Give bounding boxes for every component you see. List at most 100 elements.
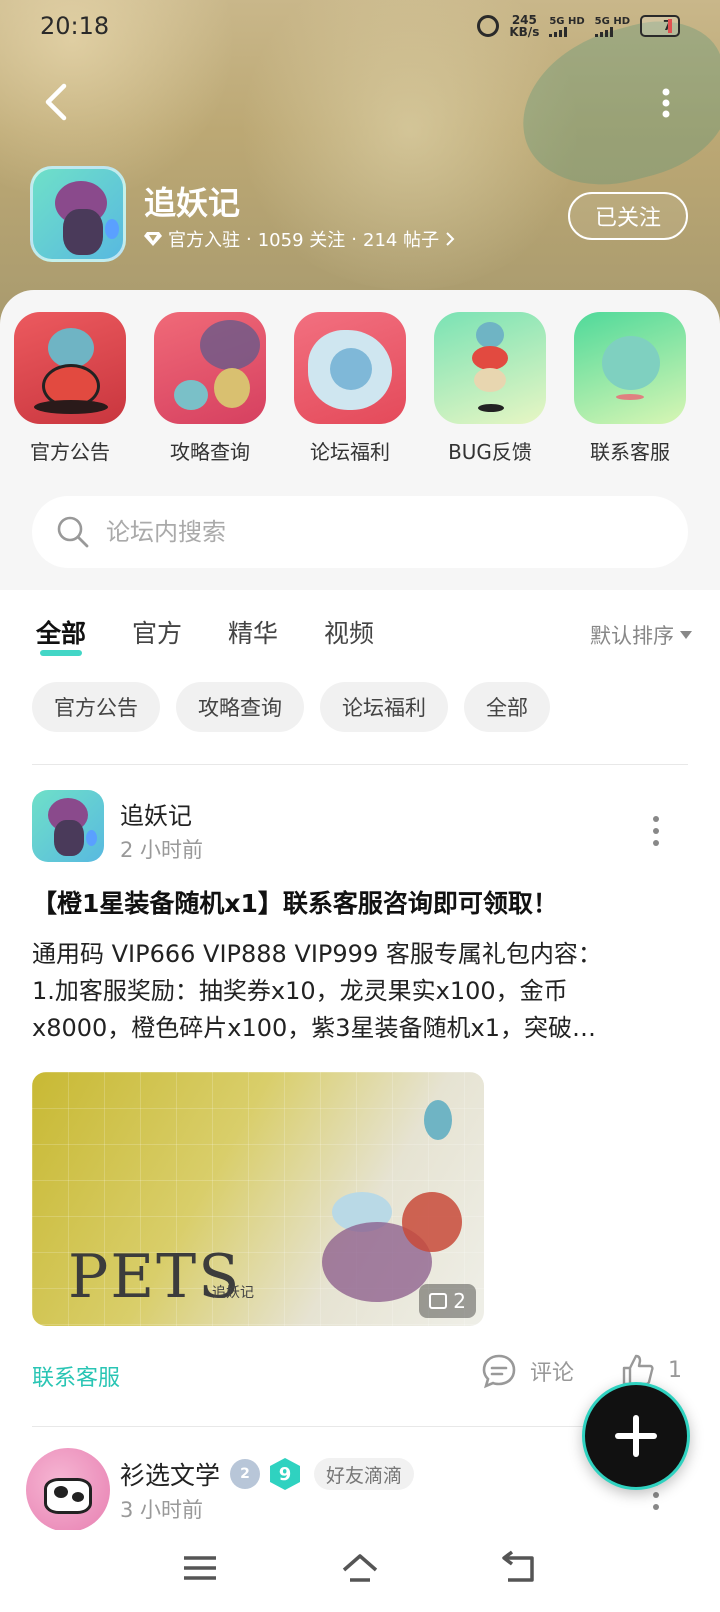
creature-art [48, 328, 94, 368]
status-bar: 20:18 245 KB/s 5G HD 5G HD 7 [0, 0, 720, 56]
sim1-label: 5G HD [549, 15, 585, 27]
gallery-icon [429, 1293, 448, 1309]
announcement-icon [14, 312, 126, 424]
more-vertical-icon[interactable] [656, 86, 676, 120]
more-vertical-icon[interactable] [652, 814, 660, 848]
tab-featured[interactable]: 精华 [228, 614, 278, 650]
alarm-icon [477, 15, 500, 37]
post-body-line: 通用码 VIP666 VIP888 VIP999 客服专属礼包内容： [32, 940, 602, 968]
creature-art [72, 1492, 84, 1502]
meta-separator: · [246, 228, 252, 250]
creature-art [602, 336, 660, 390]
post-body-line: x8000，橙色碎片x100，紫3星装备随机x1，突破… [32, 1014, 597, 1042]
guide-icon [154, 312, 266, 424]
avatar[interactable] [32, 790, 104, 862]
friend-tag: 好友滴滴 [314, 1458, 415, 1490]
hex-badge: 9 [270, 1458, 301, 1490]
post-author[interactable]: 衫选文学 [120, 1456, 220, 1492]
tab-video[interactable]: 视频 [324, 614, 374, 650]
creature-art [44, 1478, 92, 1514]
verified-label: 官方入驻 [168, 230, 240, 251]
avatar[interactable] [26, 1448, 110, 1532]
creature-art [86, 830, 97, 846]
post-image[interactable]: PETS 追妖记 2 [32, 1072, 484, 1326]
sim2-label: 5G HD [594, 15, 630, 27]
creature-art [54, 820, 84, 856]
shortcut-customer-service[interactable]: 联系客服 [560, 312, 700, 465]
system-nav-bar [0, 1530, 720, 1612]
search-bar[interactable] [32, 496, 688, 568]
bug-report-icon [434, 312, 546, 424]
customer-service-icon [574, 312, 686, 424]
post-time: 3 小时前 [120, 1498, 204, 1522]
tab-all[interactable]: 全部 [36, 614, 86, 656]
sort-label: 默认排序 [590, 624, 674, 648]
creature-art [472, 346, 508, 370]
image-count-badge: 2 [419, 1284, 476, 1318]
dropdown-triangle-icon [680, 631, 692, 639]
status-time: 20:18 [40, 12, 110, 40]
net-speed-unit: KB/s [509, 25, 540, 39]
home-icon[interactable] [340, 1550, 380, 1586]
post-time: 2 小时前 [120, 838, 204, 862]
signal-icon: 5G HD [549, 15, 585, 37]
shortcut-label: 官方公告 [30, 440, 110, 464]
welfare-icon [294, 312, 406, 424]
chip-welfare[interactable]: 论坛福利 [320, 682, 448, 732]
shortcut-welfare[interactable]: 论坛福利 [280, 312, 420, 465]
menu-icon[interactable] [180, 1550, 220, 1586]
chip-announcements[interactable]: 官方公告 [32, 682, 160, 732]
posts-count: 214 帖子 [363, 230, 440, 251]
creature-art [105, 219, 119, 239]
back-arrow-icon[interactable] [36, 80, 80, 124]
post-body[interactable]: 通用码 VIP666 VIP888 VIP999 客服专属礼包内容： 1.加客服… [32, 936, 692, 1047]
comment-button[interactable]: 评论 [480, 1352, 574, 1390]
shortcut-announcements[interactable]: 官方公告 [0, 312, 140, 465]
shortcut-guides[interactable]: 攻略查询 [140, 312, 280, 465]
search-input[interactable] [106, 518, 666, 546]
creature-art [200, 320, 260, 370]
post-author[interactable]: 追妖记 [120, 796, 192, 831]
creature-art [616, 394, 644, 400]
shortcut-label: BUG反馈 [448, 440, 532, 464]
creature-art [34, 400, 108, 414]
battery-icon: 7 [640, 15, 680, 37]
tab-official[interactable]: 官方 [132, 614, 182, 650]
creature-art [63, 209, 103, 255]
divider [32, 764, 688, 765]
verified-diamond-icon [144, 232, 162, 246]
game-title: 追妖记 [144, 184, 241, 222]
comment-label: 评论 [530, 1361, 575, 1386]
creature-art [476, 322, 504, 348]
search-icon [57, 516, 89, 548]
creature-art [402, 1192, 462, 1252]
sort-dropdown[interactable]: 默认排序 [590, 620, 692, 650]
post-body-line: 1.加客服奖励：抽奖券x10，龙灵果实x100，金币 [32, 977, 568, 1005]
creature-art [174, 380, 208, 410]
shortcut-label: 攻略查询 [170, 440, 250, 464]
game-logo[interactable] [30, 166, 126, 262]
image-count: 2 [453, 1289, 466, 1313]
followers-count: 1059 关注 [257, 230, 346, 251]
creature-art [474, 368, 506, 392]
level-badge: 2 [230, 1459, 261, 1489]
chip-guides[interactable]: 攻略查询 [176, 682, 304, 732]
follow-button[interactable]: 已关注 [568, 192, 688, 240]
chip-all[interactable]: 全部 [464, 682, 550, 732]
creature-art [478, 404, 504, 412]
creature-art [330, 348, 372, 390]
creature-art [424, 1100, 452, 1140]
create-post-button[interactable] [582, 1382, 690, 1490]
creature-art [54, 1486, 68, 1498]
plus-icon [615, 1415, 657, 1457]
post-tag[interactable]: 联系客服 [32, 1360, 120, 1392]
back-icon[interactable] [500, 1550, 540, 1586]
post-title[interactable]: 【橙1星装备随机x1】联系客服咨询即可领取！ [32, 884, 558, 920]
network-speed: 245 KB/s [509, 14, 539, 38]
game-meta[interactable]: 官方入驻 · 1059 关注 · 214 帖子 [144, 226, 455, 252]
shortcut-label: 论坛福利 [310, 440, 390, 464]
post2-author-row: 衫选文学 2 9 好友滴滴 [120, 1456, 415, 1492]
creature-art [214, 368, 250, 408]
shortcut-label: 联系客服 [590, 440, 670, 464]
shortcut-bug-report[interactable]: BUG反馈 [420, 312, 560, 465]
